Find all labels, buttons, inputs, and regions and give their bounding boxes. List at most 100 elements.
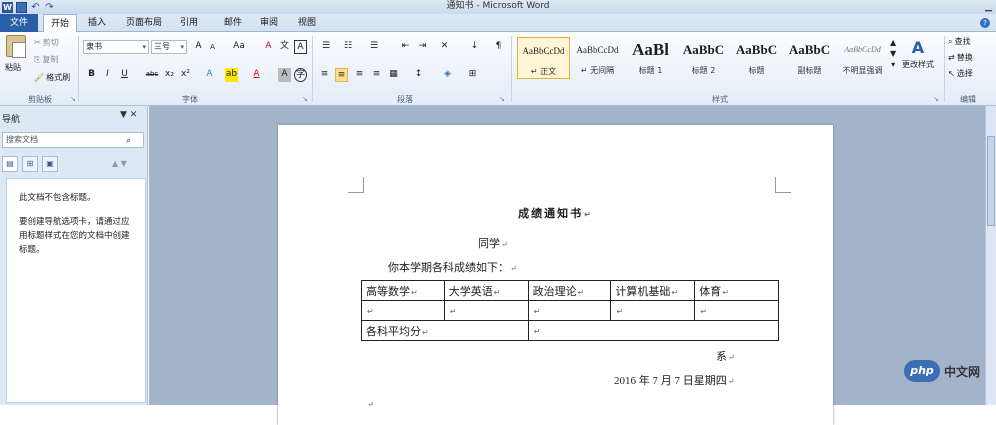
minimize-button[interactable]: ▁ — [985, 2, 992, 12]
clipboard-launcher-icon[interactable]: ↘ — [70, 95, 76, 103]
scrollbar-thumb[interactable] — [987, 136, 995, 226]
format-painter-button[interactable]: 🖌 格式刷 — [34, 72, 70, 83]
tab-references[interactable]: 引用 — [172, 14, 206, 32]
table-cell[interactable]: ↵ — [694, 300, 779, 321]
underline-button[interactable]: U — [118, 68, 131, 82]
tab-file[interactable]: 文件 — [0, 14, 38, 32]
align-right-icon[interactable]: ≡ — [353, 68, 366, 82]
change-styles-button[interactable]: A 更改样式 — [902, 38, 934, 70]
next-icon[interactable]: ▼ — [121, 159, 127, 168]
highlight-icon[interactable]: ab — [225, 68, 238, 82]
styles-launcher-icon[interactable]: ↘ — [933, 95, 939, 103]
watermark-text: 中文网 — [944, 364, 981, 379]
increase-indent-icon[interactable]: ⇥ — [416, 40, 429, 54]
paragraph-launcher-icon[interactable]: ↘ — [499, 95, 505, 103]
font-color-icon[interactable]: A — [250, 68, 263, 82]
italic-button[interactable]: I — [101, 68, 114, 82]
font-launcher-icon[interactable]: ↘ — [302, 95, 308, 103]
justify-icon[interactable]: ≡ — [370, 68, 383, 82]
font-name-select[interactable]: 隶书 ▾ — [83, 40, 149, 54]
decrease-indent-icon[interactable]: ⇤ — [399, 40, 412, 54]
more-icon: ▾ — [891, 60, 896, 69]
table-cell[interactable]: ↵ — [443, 300, 529, 321]
numbering-icon[interactable]: ☷ — [340, 40, 356, 54]
table-cell[interactable]: ↵ — [361, 300, 445, 321]
previous-icon[interactable]: ▲ — [112, 159, 118, 168]
table-header-cell[interactable]: 高等数学↵ — [361, 280, 445, 301]
average-label-cell[interactable]: 各科平均分↵ — [361, 320, 529, 341]
line-spacing-icon[interactable]: ↕ — [412, 68, 425, 82]
chinese-layout-icon[interactable]: ✕ — [438, 40, 451, 54]
find-button[interactable]: ⌕ 查找 — [948, 36, 970, 47]
style-title[interactable]: AaBbC 标题 — [730, 37, 783, 79]
style-normal[interactable]: AaBbCcDd ↵ 正文 — [517, 37, 570, 79]
borders-icon[interactable]: ⊞ — [466, 68, 479, 82]
style-no-spacing[interactable]: AaBbCcDd ↵ 无间隔 — [571, 37, 624, 79]
average-value-cell[interactable]: ↵ — [527, 320, 780, 341]
greeting: 同学↵ — [478, 235, 508, 251]
nav-search-input[interactable]: 搜索文档 ⌕ — [2, 132, 144, 148]
replace-button[interactable]: ⇄ 替换 — [948, 52, 973, 63]
shading-icon[interactable]: ◈ — [441, 68, 454, 82]
clear-format-button[interactable]: A — [262, 40, 275, 54]
font-size-select[interactable]: 三号 ▾ — [151, 40, 187, 54]
bold-button[interactable]: B — [85, 68, 98, 82]
results-tab-icon[interactable]: ▣ — [42, 156, 58, 172]
multilevel-list-icon[interactable]: ☰ — [366, 40, 382, 54]
tab-mailings[interactable]: 邮件 — [216, 14, 250, 32]
strikethrough-button[interactable]: abc — [143, 68, 161, 82]
align-left-icon[interactable]: ≡ — [318, 68, 331, 82]
paragraph-mark: ↵ — [449, 306, 457, 316]
text-effects-icon[interactable]: A — [203, 68, 216, 82]
style-heading-1[interactable]: AaBl 标题 1 — [624, 37, 677, 79]
paragraph-mark: ↵ — [727, 377, 735, 386]
headings-tab-icon[interactable]: ▤ — [2, 156, 18, 172]
paste-icon[interactable] — [6, 35, 26, 58]
paste-button[interactable]: 粘贴 — [5, 62, 21, 73]
tab-page-layout[interactable]: 页面布局 — [118, 14, 170, 32]
enclose-char-icon[interactable]: 字 — [294, 68, 307, 82]
style-subtitle[interactable]: AaBbC 副标题 — [783, 37, 836, 79]
table-header-cell[interactable]: 政治理论↵ — [527, 280, 612, 301]
style-subtle-emphasis[interactable]: AaBbCcDd 不明显强调 — [836, 37, 889, 79]
superscript-button[interactable]: x² — [179, 68, 192, 82]
copy-button[interactable]: ⎘ 复制 — [34, 54, 58, 65]
sort-icon[interactable]: ↓ — [468, 40, 481, 54]
char-border-icon[interactable]: A — [294, 40, 307, 54]
table-header-cell[interactable]: 大学英语↵ — [443, 280, 529, 301]
pages-tab-icon[interactable]: ⊞ — [22, 156, 38, 172]
style-heading-2[interactable]: AaBbC 标题 2 — [677, 37, 730, 79]
search-icon[interactable]: ⌕ — [126, 134, 131, 148]
phonetic-guide-icon[interactable]: 文 — [278, 40, 291, 54]
nav-options[interactable]: ▼ ✕ — [120, 110, 137, 120]
bullets-icon[interactable]: ☰ — [318, 40, 334, 54]
styles-scroll[interactable]: ▲ ▼ ▾ — [890, 38, 896, 69]
nav-arrows[interactable]: ▲ ▼ — [112, 159, 127, 168]
shrink-font-button[interactable]: A — [206, 41, 219, 55]
table-cell[interactable]: ↵ — [610, 300, 696, 321]
document-page[interactable]: 成绩通知书↵ 同学↵ 你本学期各科成绩如下：↵ 高等数学↵ 大学英语↵ 政治理论… — [278, 125, 833, 425]
close-icon[interactable]: ✕ — [130, 110, 138, 120]
font-size-value: 三号 — [154, 42, 170, 51]
help-icon[interactable]: ? — [980, 18, 990, 28]
table-header-cell[interactable]: 计算机基础↵ — [610, 280, 696, 301]
table-cell[interactable]: ↵ — [527, 300, 612, 321]
align-center-icon[interactable]: ≡ — [335, 68, 348, 82]
tab-home[interactable]: 开始 — [43, 14, 77, 33]
tab-review[interactable]: 审阅 — [252, 14, 286, 32]
paragraph-mark: ↵ — [367, 306, 374, 316]
cut-button[interactable]: ✂ 剪切 — [34, 37, 59, 48]
select-button[interactable]: ↖ 选择 — [948, 68, 973, 79]
tab-view[interactable]: 视图 — [290, 14, 324, 32]
char-shading-icon[interactable]: A — [278, 68, 291, 82]
vertical-scrollbar[interactable] — [985, 106, 996, 405]
change-case-button[interactable]: Aa — [230, 40, 248, 54]
show-marks-icon[interactable]: ¶ — [492, 40, 505, 54]
table-header-cell[interactable]: 体育↵ — [694, 280, 779, 301]
grow-font-button[interactable]: A — [192, 40, 205, 54]
subscript-button[interactable]: x₂ — [163, 68, 176, 82]
tab-insert[interactable]: 插入 — [80, 14, 114, 32]
distributed-icon[interactable]: ▦ — [387, 68, 400, 82]
select-label: 选择 — [956, 69, 973, 78]
header-text: 政治理论 — [532, 285, 577, 298]
